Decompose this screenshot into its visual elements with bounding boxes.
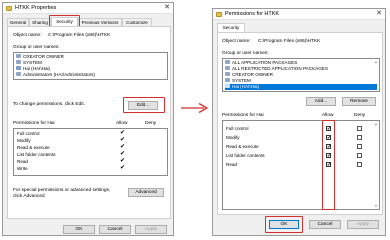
security-pane: Object name: C:\Program Files (x86)\HTKK… — [217, 32, 383, 215]
deny-checkbox[interactable] — [357, 162, 362, 167]
permissions-title: Permissions for HTKK — [225, 11, 280, 17]
tab-general[interactable]: General — [7, 18, 29, 26]
user-list[interactable]: ALL APPLICATION PACKAGES ALL RESTRICTED … — [222, 58, 380, 92]
user-icon — [225, 84, 230, 89]
deny-checkbox[interactable] — [357, 126, 362, 131]
user-name: SYSTEM — [23, 60, 42, 65]
permissions-titlebar: Permissions for HTKK ✕ — [213, 9, 385, 20]
tab-security[interactable]: Security — [217, 23, 245, 32]
object-name-value: C:\Program Files (x86)\HTKK — [258, 39, 321, 44]
allow-check-icon: ✔ — [120, 158, 126, 164]
user-name: Administrators (HAI\Administrators) — [23, 72, 95, 77]
allow-check-icon: ✔ — [120, 144, 126, 150]
edit-button-highlight — [123, 97, 165, 113]
deny-header: Deny — [145, 121, 157, 126]
allow-check-icon: ✔ — [120, 165, 126, 171]
scroll-down-icon[interactable]: ▼ — [374, 204, 378, 208]
remove-button[interactable]: Remove — [342, 97, 376, 106]
apply-button[interactable]: Apply — [135, 225, 167, 234]
group-label: Group or user names: — [13, 45, 60, 50]
folder-icon — [6, 6, 12, 11]
group-icon — [16, 54, 21, 59]
properties-dialog: HTKK Properties ✕ General Sharing Securi… — [2, 2, 174, 236]
allow-header: Allow — [116, 121, 128, 126]
deny-checkbox[interactable] — [357, 135, 362, 140]
group-icon — [16, 60, 21, 65]
permission-row: List folder contents — [226, 153, 265, 158]
user-name: CREATOR OWNER — [232, 72, 273, 77]
permission-row: Modify — [17, 138, 31, 143]
group-icon — [225, 72, 230, 77]
object-name-label: Object name: — [13, 33, 42, 38]
group-icon — [225, 78, 230, 83]
group-label: Group or user names: — [222, 51, 269, 56]
group-icon — [225, 60, 230, 65]
tab-previous-versions[interactable]: Previous Versions — [78, 18, 122, 26]
allow-check-icon: ✔ — [120, 130, 126, 136]
permission-row: Read — [226, 162, 237, 167]
properties-title: HTKK Properties — [15, 5, 57, 11]
properties-titlebar: HTKK Properties ✕ — [3, 3, 173, 14]
user-list[interactable]: CREATOR OWNER SYSTEM Hai (HAI\Hai) Admin… — [13, 52, 168, 80]
tab-customize[interactable]: Customize — [122, 18, 152, 26]
permission-row: Full control — [226, 126, 249, 131]
special-permissions-text-2: click Advanced — [13, 194, 45, 199]
change-permissions-text: To change permissions, click Edit. — [13, 102, 85, 107]
user-name: ALL APPLICATION PACKAGES — [232, 60, 298, 65]
permissions-dialog: Permissions for HTKK ✕ Security Object n… — [212, 8, 386, 236]
group-icon — [16, 72, 21, 77]
permission-row: Read & execute — [17, 145, 50, 150]
security-pane: Object name: C:\Program Files (x86)\HTKK… — [7, 26, 171, 219]
scroll-up-icon[interactable]: ▲ — [374, 122, 378, 126]
permission-row: Write — [17, 166, 28, 171]
cancel-button[interactable]: Cancel — [309, 220, 341, 229]
folder-icon — [216, 12, 222, 17]
group-icon — [225, 66, 230, 71]
permission-row: Read & execute — [226, 144, 259, 149]
advanced-button[interactable]: Advanced — [128, 188, 164, 197]
user-name: Hai (HAI\Hai) — [232, 84, 260, 89]
close-icon[interactable]: ✕ — [376, 10, 382, 18]
list-item[interactable]: Administrators (HAI\Administrators) — [16, 72, 165, 78]
ok-button[interactable]: OK — [63, 225, 95, 234]
allow-column-highlight — [322, 120, 335, 210]
deny-header: Deny — [354, 113, 366, 118]
user-name: Hai (HAI\Hai) — [23, 66, 51, 71]
user-name: ALL RESTRICTED APPLICATION PACKAGES — [232, 66, 328, 71]
deny-checkbox[interactable] — [357, 144, 362, 149]
permission-row: Full control — [17, 131, 40, 136]
cancel-button[interactable]: Cancel — [99, 225, 131, 234]
scroll-down-icon[interactable]: ▼ — [374, 86, 378, 90]
allow-header: Allow — [322, 113, 334, 118]
tab-sharing[interactable]: Sharing — [29, 18, 51, 26]
user-name: CREATOR OWNER — [23, 54, 64, 59]
arrow-right-icon — [181, 102, 209, 114]
allow-check-icon: ✔ — [120, 151, 126, 157]
ok-button-highlight — [265, 216, 303, 233]
add-button[interactable]: Add... — [306, 97, 336, 106]
user-name: SYSTEM — [232, 78, 251, 83]
scroll-up-icon[interactable]: ▲ — [374, 60, 378, 64]
permissions-label: Permissions for Hai — [13, 121, 55, 126]
apply-button[interactable]: Apply — [347, 220, 379, 229]
permission-row: Read — [17, 159, 28, 164]
permission-row: List folder contents — [17, 152, 56, 157]
permissions-list: Full control ✔ Modify ✔ Read & execute ✔… — [13, 128, 168, 176]
list-item-selected[interactable]: Hai (HAI\Hai) — [225, 84, 377, 90]
permission-row: Modify — [226, 135, 240, 140]
object-name-value: C:\Program Files (x86)\HTKK — [48, 33, 111, 38]
user-icon — [16, 66, 21, 71]
permissions-list: Full control Modify Read & execute List … — [222, 120, 380, 210]
permissions-label: Permissions for Hai — [222, 113, 264, 118]
close-icon[interactable]: ✕ — [164, 4, 170, 12]
allow-check-icon: ✔ — [120, 137, 126, 143]
deny-checkbox[interactable] — [357, 153, 362, 158]
object-name-label: Object name: — [222, 39, 251, 44]
